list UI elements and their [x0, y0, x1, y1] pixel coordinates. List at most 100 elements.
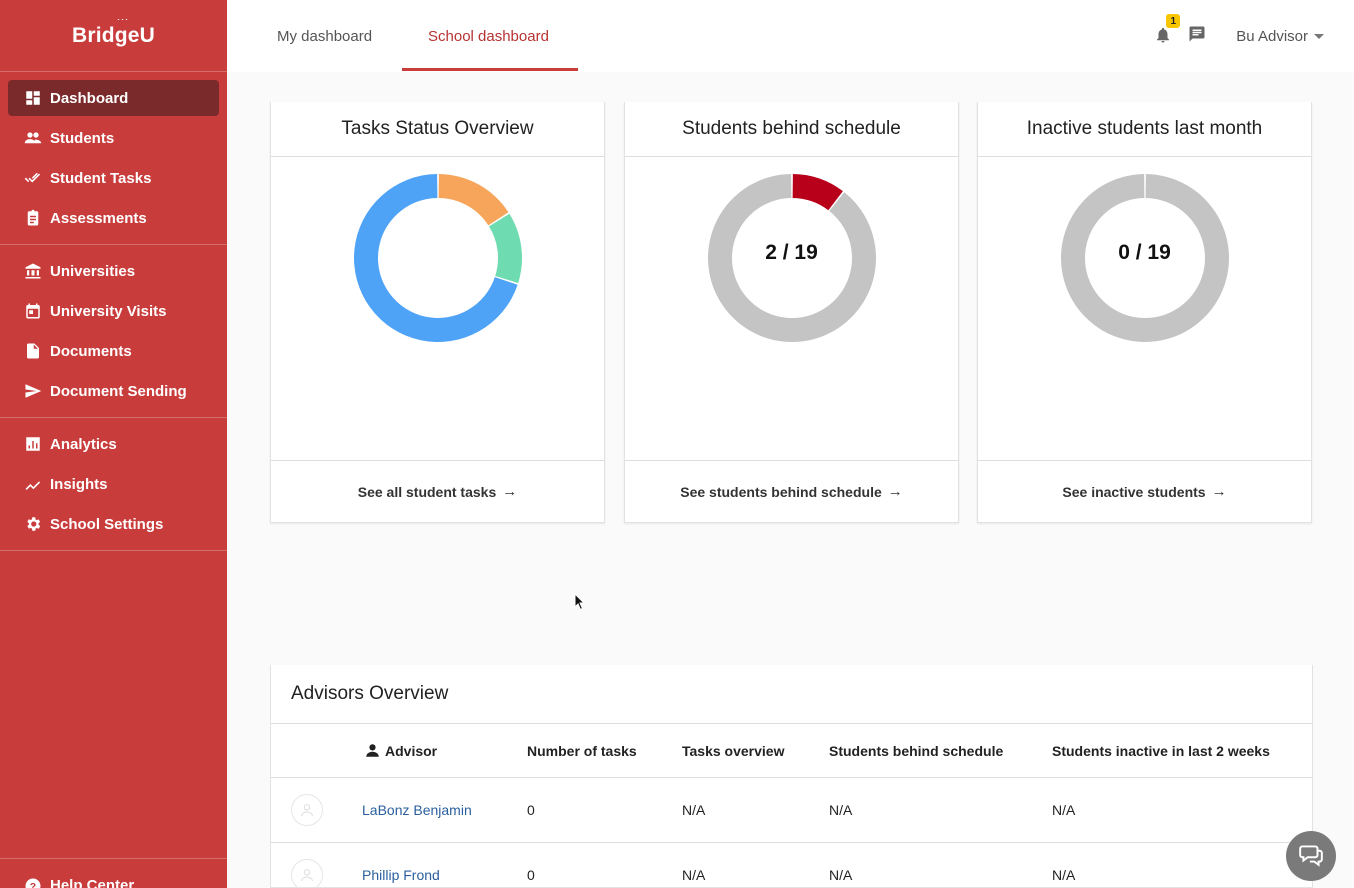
col-number-of-tasks[interactable]: Number of tasks [527, 724, 637, 777]
card-title: Tasks Status Overview [271, 102, 604, 157]
advisor-overview-value: N/A [682, 802, 706, 818]
sidebar-item-label: Documents [50, 342, 132, 360]
sidebar-item-universities[interactable]: Universities [0, 251, 227, 291]
card-title: Students behind schedule [625, 102, 958, 157]
user-name: Bu Advisor [1236, 27, 1308, 45]
sidebar: BridgeU ˙˙˙ Dashboard Students Student Tas… [0, 0, 227, 888]
footer-label: See inactive students [1062, 483, 1206, 500]
footer-label: See students behind schedule [680, 483, 882, 500]
sidebar-item-insights[interactable]: Insights [0, 464, 227, 504]
help-icon: ? [24, 877, 42, 888]
inactive-students-card: Inactive students last month 0 / 19 See … [977, 102, 1312, 523]
logo-dots-icon: ˙˙˙ [117, 18, 129, 28]
sidebar-item-label: Student Tasks [50, 169, 152, 187]
message-icon [1188, 26, 1206, 47]
chat-button[interactable] [1286, 831, 1336, 881]
advisor-behind-value: N/A [829, 802, 853, 818]
tab-school-dashboard[interactable]: School dashboard [428, 0, 549, 72]
dashboard-icon [24, 89, 42, 107]
nav-group: Dashboard Students Student Tasks Assessment… [0, 72, 227, 245]
sidebar-item-university-visits[interactable]: University Visits [0, 291, 227, 331]
sidebar-item-label: Document Sending [50, 382, 187, 400]
nav-group: Analytics Insights School Settings [0, 418, 227, 551]
see-behind-schedule-link[interactable]: See students behind schedule → [625, 460, 958, 522]
sidebar-item-label: Dashboard [50, 89, 129, 107]
advisor-inactive-value: N/A [1052, 867, 1076, 883]
help-center-label: Help Center [50, 877, 135, 888]
document-icon [24, 342, 42, 360]
sidebar-item-dashboard[interactable]: Dashboard [8, 80, 219, 116]
col-students-behind[interactable]: Students behind schedule [829, 724, 1003, 777]
person-outline-icon [301, 804, 313, 817]
nav-group: Universities University Visits Documents Do… [0, 245, 227, 418]
footer-label: See all student tasks [357, 483, 497, 500]
sidebar-item-label: Universities [50, 262, 136, 280]
advisor-inactive-value: N/A [1052, 802, 1076, 818]
tasks-status-card: Tasks Status Overview See all student ta… [270, 102, 605, 523]
svg-text:?: ? [30, 881, 36, 888]
table-row: Phillip Frond 0 N/A N/A N/A [271, 843, 1312, 888]
table-header: Advisor Number of tasks Tasks overview S… [271, 724, 1312, 778]
sidebar-item-students[interactable]: Students [0, 118, 227, 158]
chat-icon [1298, 841, 1324, 872]
advisor-avatar-cell [291, 843, 323, 888]
advisor-name-link[interactable]: LaBonz Benjamin [362, 778, 472, 842]
notification-badge: 1 [1166, 14, 1181, 28]
arrow-right-icon: → [502, 483, 518, 500]
sidebar-item-label: Assessments [50, 209, 147, 227]
see-all-tasks-link[interactable]: See all student tasks → [271, 460, 604, 522]
help-center-link[interactable]: ? Help Center [0, 858, 227, 888]
advisor-name-link[interactable]: Phillip Frond [362, 843, 440, 888]
user-menu[interactable]: Bu Advisor [1236, 28, 1324, 45]
table-row: LaBonz Benjamin 0 N/A N/A N/A [271, 778, 1312, 843]
card-title: Inactive students last month [978, 102, 1311, 157]
col-students-inactive[interactable]: Students inactive in last 2 weeks [1052, 724, 1270, 777]
behind-ratio: 2 / 19 [765, 241, 818, 264]
people-icon [24, 129, 42, 147]
messages-button[interactable] [1188, 25, 1206, 48]
avatar [291, 794, 323, 826]
bar-chart-icon [24, 435, 42, 453]
advisor-behind-value: N/A [829, 867, 853, 883]
bank-icon [24, 262, 42, 280]
see-inactive-students-link[interactable]: See inactive students → [978, 460, 1311, 522]
sidebar-item-label: Students [50, 129, 115, 147]
advisors-overview: Advisors Overview Advisor Number of task… [270, 665, 1313, 888]
donut-segment [488, 213, 522, 284]
col-tasks-overview[interactable]: Tasks overview [682, 724, 784, 777]
top-bar: My dashboard School dashboard 1 Bu Advis… [227, 0, 1354, 72]
sidebar-item-analytics[interactable]: Analytics [0, 424, 227, 464]
mouse-cursor-icon [574, 592, 586, 616]
advisors-title: Advisors Overview [271, 665, 1312, 724]
behind-schedule-card: Students behind schedule 2 / 19 See stud… [624, 102, 959, 523]
sidebar-item-label: University Visits [50, 302, 167, 320]
logo-text: BridgeU [71, 23, 156, 47]
tasks-donut-chart [353, 174, 522, 342]
trend-icon [24, 475, 42, 493]
sidebar-item-documents[interactable]: Documents [0, 331, 227, 371]
clipboard-icon [24, 209, 42, 227]
notifications-button[interactable]: 1 [1154, 14, 1181, 46]
sidebar-item-label: School Settings [50, 515, 164, 533]
advisor-tasks-value: 0 [527, 867, 535, 883]
advisor-avatar-cell [291, 778, 323, 842]
person-outline-icon [301, 869, 313, 882]
sidebar-item-student-tasks[interactable]: Student Tasks [0, 158, 227, 198]
sidebar-item-assessments[interactable]: Assessments [0, 198, 227, 238]
advisor-overview-value: N/A [682, 867, 706, 883]
col-advisor[interactable]: Advisor [364, 724, 437, 777]
tab-my-dashboard[interactable]: My dashboard [277, 0, 372, 72]
double-check-icon [24, 169, 42, 187]
advisor-tasks-value: 0 [527, 802, 535, 818]
sidebar-item-school-settings[interactable]: School Settings [0, 504, 227, 544]
bridgeu-logo[interactable]: BridgeU ˙˙˙ [0, 0, 227, 72]
calendar-icon [24, 302, 42, 320]
inactive-ratio: 0 / 19 [1118, 241, 1171, 264]
caret-down-icon [1314, 34, 1324, 40]
donut-segment [438, 174, 508, 226]
col-label: Advisor [385, 742, 438, 759]
sidebar-item-label: Analytics [50, 435, 117, 453]
sidebar-item-document-sending[interactable]: Document Sending [0, 371, 227, 411]
arrow-right-icon: → [887, 483, 903, 500]
gear-icon [24, 515, 42, 533]
